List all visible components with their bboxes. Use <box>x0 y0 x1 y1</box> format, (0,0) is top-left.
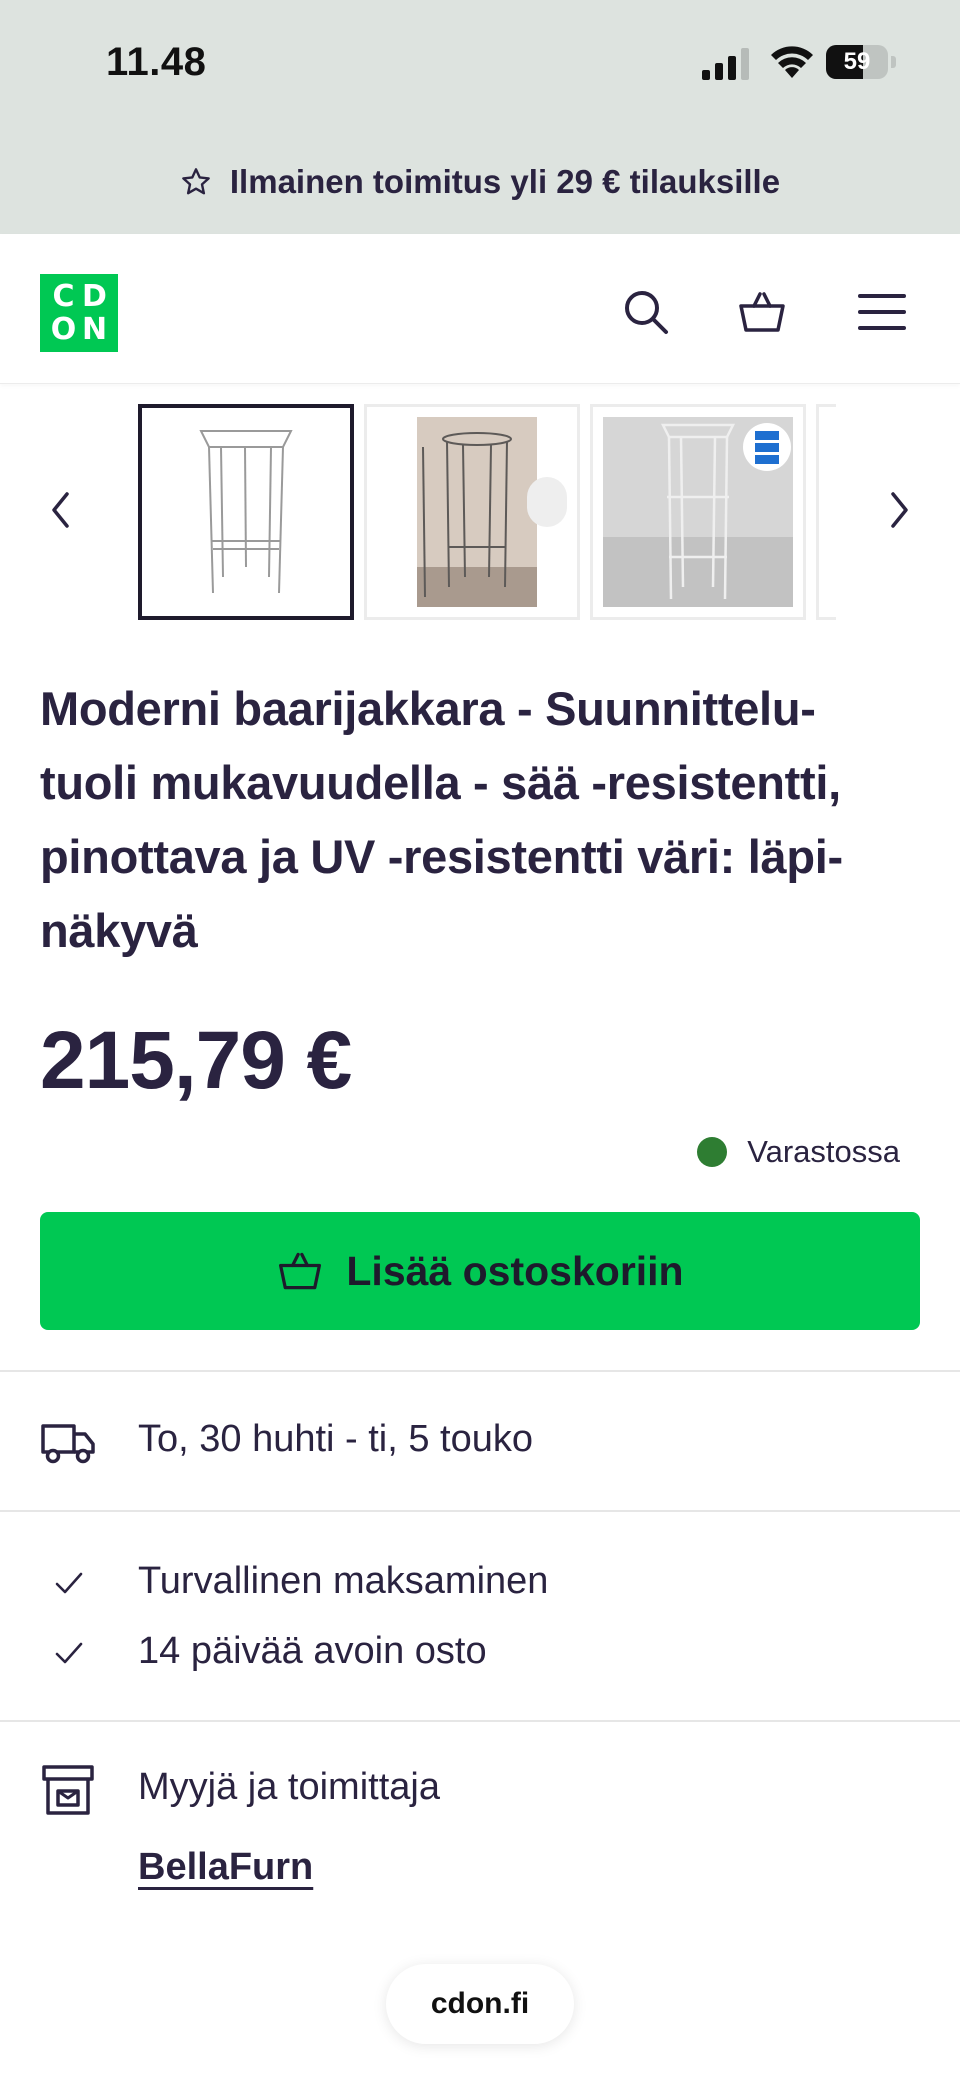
divider <box>0 1370 960 1372</box>
stock-indicator-dot <box>697 1137 728 1167</box>
browser-url-bar[interactable]: cdon.fi <box>386 1964 574 2044</box>
title-line: näkyvä <box>40 904 198 957</box>
cart-button[interactable] <box>732 282 792 342</box>
gallery-next-button[interactable] <box>880 482 920 538</box>
status-time: 11.48 <box>106 40 207 84</box>
title-line: pinottava ja UV -resistentti väri: läpi- <box>40 830 843 883</box>
battery-percent: 59 <box>843 48 871 75</box>
benefit-open-purchase: 14 päivää avoin osto <box>138 1630 487 1672</box>
search-button[interactable] <box>616 282 676 342</box>
benefit-secure-payment: Turvallinen maksaminen <box>138 1560 549 1602</box>
thumbnail-1[interactable] <box>138 404 354 620</box>
basket-icon <box>739 292 785 332</box>
divider <box>0 1510 960 1512</box>
title-line: Moderni baarijakkara - Suunnittelu- <box>40 682 816 735</box>
wifi-icon <box>771 46 813 78</box>
image-gallery <box>0 404 960 620</box>
product-title: Moderni baarijakkara - Suunnittelu- tuol… <box>40 672 930 968</box>
stool-room-image <box>417 417 567 607</box>
seller-label: Myyjä ja toimittaja <box>138 1766 440 1808</box>
search-icon <box>625 291 668 334</box>
basket-icon <box>279 1252 322 1290</box>
logo-letter: C <box>52 279 75 314</box>
checkmark-icon <box>55 1572 83 1594</box>
star-outline-icon <box>182 168 210 195</box>
chevron-right-icon <box>891 492 908 528</box>
storefront-icon <box>40 1762 96 1818</box>
seller-name-link[interactable]: BellaFurn <box>138 1846 313 1889</box>
promo-text: Ilmainen toimitus yli 29 € tilauksille <box>229 163 781 200</box>
title-line: tuoli mukavuudella - sää -resistentti, <box>40 756 841 809</box>
thumbnail-2[interactable] <box>364 404 580 620</box>
divider <box>0 1720 960 1722</box>
menu-icon <box>858 294 906 330</box>
stock-label: Varastossa <box>747 1134 900 1169</box>
battery-icon: 59 <box>826 45 896 79</box>
logo-letter: O <box>50 312 77 347</box>
add-to-cart-label: Lisää ostoskoriin <box>346 1247 684 1294</box>
thumbnail-3[interactable] <box>590 404 806 620</box>
logo-letter: D <box>82 279 107 314</box>
cdon-logo[interactable]: C D O N <box>40 274 118 352</box>
checkmark-icon <box>55 1642 83 1664</box>
stacked-stools-image <box>603 417 793 607</box>
status-bar: 11.48 59 <box>0 0 960 130</box>
cellular-signal-icon <box>702 48 749 80</box>
delivery-estimate: To, 30 huhti - ti, 5 touko <box>138 1418 534 1460</box>
chevron-left-icon <box>52 492 69 528</box>
thumbnail-4-partial[interactable] <box>816 404 836 620</box>
gallery-prev-button[interactable] <box>40 482 80 538</box>
site-header: C D O N <box>0 234 960 384</box>
logo-letter: N <box>81 312 108 347</box>
promo-banner: Ilmainen toimitus yli 29 € tilauksille <box>0 130 960 234</box>
truck-icon <box>40 1414 96 1470</box>
stock-status: Varastossa <box>697 1134 900 1170</box>
menu-button[interactable] <box>852 282 912 342</box>
bar-stool-image <box>199 430 293 594</box>
product-price: 215,79 € <box>40 1015 352 1106</box>
add-to-cart-button[interactable]: Lisää ostoskoriin <box>40 1212 920 1330</box>
